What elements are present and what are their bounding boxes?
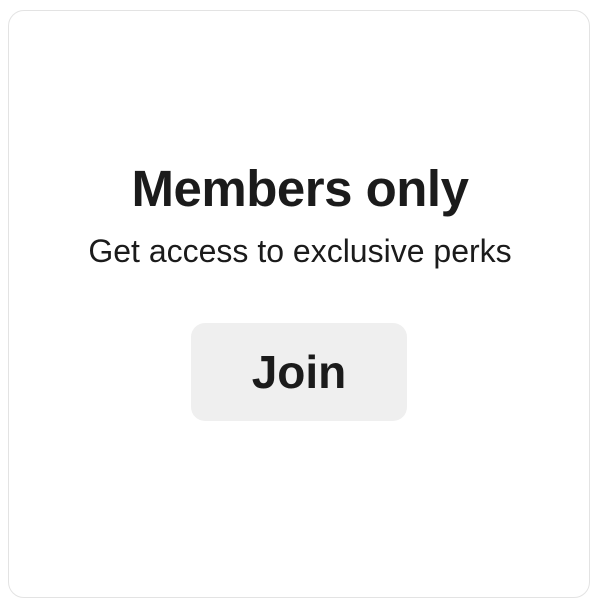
card-title: Members only [131, 160, 469, 217]
card-subtitle: Get access to exclusive perks [88, 233, 512, 269]
members-card: Members only Get access to exclusive per… [8, 10, 590, 598]
join-button[interactable]: Join [191, 323, 407, 421]
